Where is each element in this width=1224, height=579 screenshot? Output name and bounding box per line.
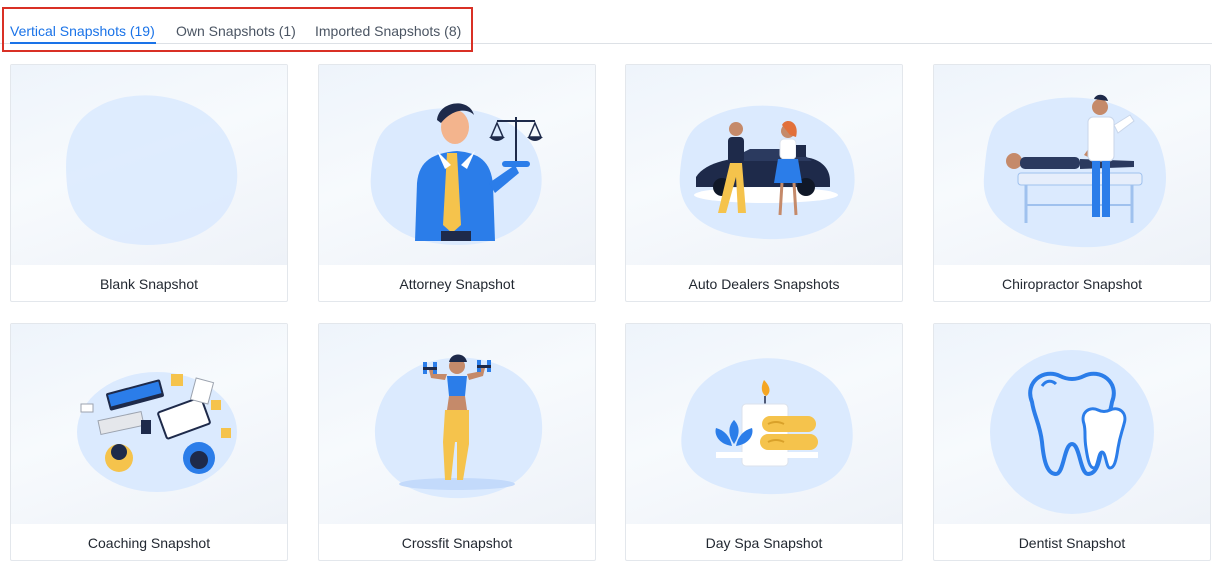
card-thumbnail <box>11 65 287 265</box>
card-label: Blank Snapshot <box>99 276 199 292</box>
spa-candle-towels-icon <box>681 358 853 495</box>
snapshot-card-attorney[interactable]: Attorney Snapshot <box>318 64 596 302</box>
card-thumbnail <box>934 65 1210 265</box>
snapshot-card-crossfit[interactable]: Crossfit Snapshot <box>318 323 596 561</box>
blank-blob-icon <box>66 95 238 245</box>
card-label: Dentist Snapshot <box>1018 535 1126 551</box>
tabs-highlight-box <box>2 7 473 52</box>
card-thumbnail <box>626 324 902 524</box>
card-thumbnail <box>11 324 287 524</box>
card-thumbnail <box>626 65 902 265</box>
card-label: Crossfit Snapshot <box>401 535 513 551</box>
snapshot-card-dentist[interactable]: Dentist Snapshot <box>933 323 1211 561</box>
card-label: Attorney Snapshot <box>399 276 515 292</box>
coaching-desk-icon <box>77 372 237 492</box>
car-dealer-icon <box>679 105 855 240</box>
card-thumbnail <box>319 324 595 524</box>
snapshot-card-blank[interactable]: Blank Snapshot <box>10 64 288 302</box>
lawyer-with-scales-icon <box>370 103 543 245</box>
card-thumbnail <box>934 324 1210 524</box>
snapshot-card-chiropractor[interactable]: Chiropractor Snapshot <box>933 64 1211 302</box>
snapshot-card-coaching[interactable]: Coaching Snapshot <box>10 323 288 561</box>
card-thumbnail <box>319 65 595 265</box>
snapshot-card-auto-dealers[interactable]: Auto Dealers Snapshots <box>625 64 903 302</box>
card-label: Day Spa Snapshot <box>705 535 823 551</box>
card-label: Auto Dealers Snapshots <box>688 276 840 292</box>
chiropractor-patient-icon <box>983 94 1167 248</box>
card-label: Chiropractor Snapshot <box>1001 276 1143 292</box>
teeth-icon <box>990 350 1154 514</box>
card-label: Coaching Snapshot <box>87 535 211 551</box>
snapshot-card-day-spa[interactable]: Day Spa Snapshot <box>625 323 903 561</box>
woman-dumbbells-icon <box>374 354 543 499</box>
